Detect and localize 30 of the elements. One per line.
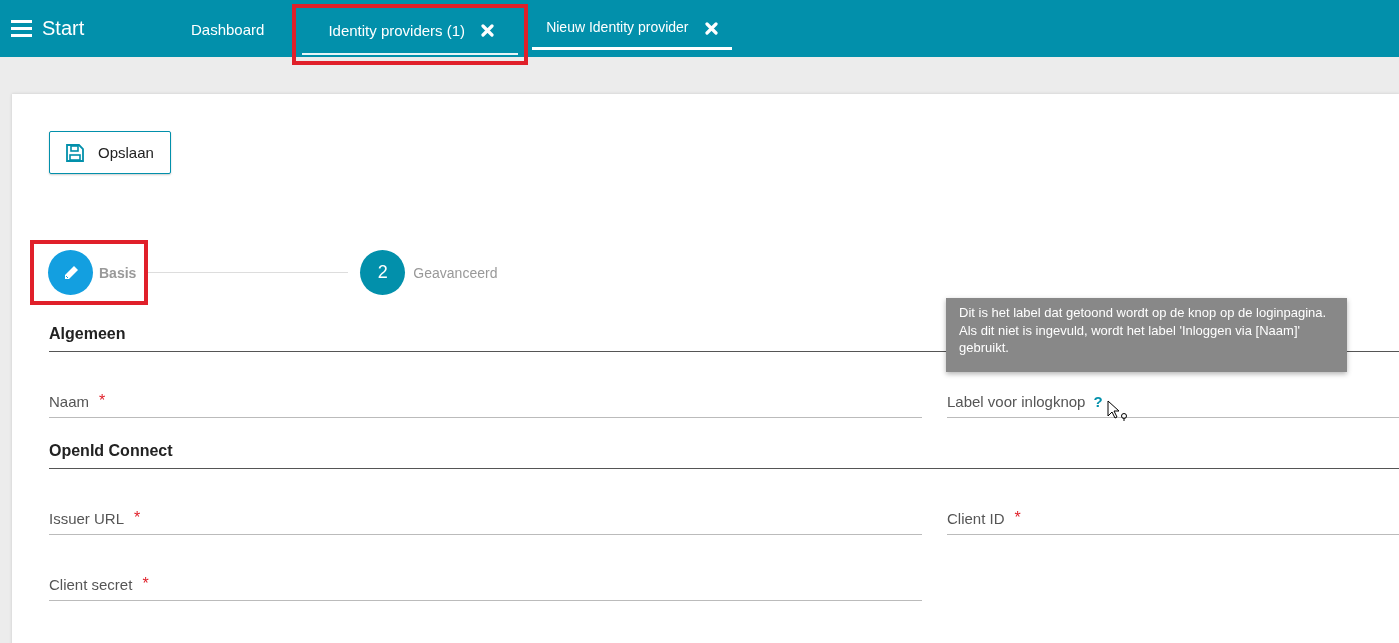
field-label: Issuer URL <box>49 510 125 527</box>
field-label: Client ID <box>947 510 1005 527</box>
input-field[interactable]: Client ID * <box>947 469 1399 535</box>
step-number: 2 <box>377 262 388 283</box>
input-field[interactable]: Client secret * <box>49 535 922 601</box>
section-title: OpenId Connect <box>49 422 1399 469</box>
required-marker: * <box>142 575 149 593</box>
tooltip: Dit is het label dat getoond wordt op de knop op de loginpagina. Als dit niet is ingevuld, wordt het label 'Inloggen via [Naam]' gebruikt. <box>946 298 1347 372</box>
tab[interactable]: Dashboard <box>165 8 289 53</box>
field-label: Label voor inlogknop <box>947 393 1086 410</box>
required-marker: * <box>134 509 141 527</box>
app-title[interactable]: Start <box>42 17 85 40</box>
menu-icon[interactable] <box>11 20 32 37</box>
input-field[interactable]: Issuer URL * <box>49 469 922 535</box>
required-marker: * <box>1014 509 1021 527</box>
step-circle[interactable]: 2 <box>360 250 406 295</box>
field-label: Naam <box>49 393 89 410</box>
close-icon[interactable] <box>704 22 718 35</box>
tab[interactable]: Identity providers (1) <box>302 8 519 55</box>
step-circle[interactable] <box>48 250 93 295</box>
input-field[interactable]: Naam * <box>49 352 922 418</box>
cursor-icon <box>1107 400 1129 422</box>
field-label: Client secret <box>49 576 133 593</box>
step-label: Basis <box>99 264 137 281</box>
save-button[interactable]: Opslaan <box>49 131 171 174</box>
tab[interactable]: Nieuw Identity provider <box>532 8 732 50</box>
help-icon[interactable]: ? <box>1093 393 1103 410</box>
close-icon[interactable] <box>481 24 495 37</box>
required-marker: * <box>99 392 106 410</box>
step-label: Geavanceerd <box>413 264 498 281</box>
